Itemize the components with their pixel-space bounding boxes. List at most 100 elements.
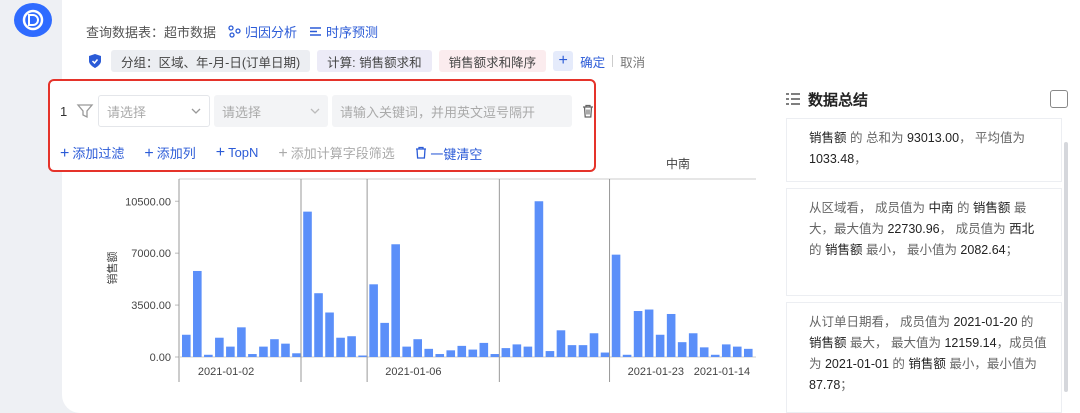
y-tick-label: 3500.00 [131,300,171,312]
bar [479,342,489,357]
bar [710,354,720,357]
bar [688,333,698,357]
bar [226,346,235,357]
bar [534,201,544,357]
funnel-icon [76,104,94,119]
bar [358,355,367,357]
group-label: 中南 [666,156,690,171]
confirm-button[interactable]: 确定 [580,52,605,71]
bar [468,349,478,357]
query-chips: 分组：区域、年-月-日(订单日期) 计算: 销售额求和 销售额求和降序 + 确定… [86,50,645,72]
x-tick-label: 2021-01-23 [628,366,684,378]
bar [655,334,665,357]
time-series-forecast-link[interactable]: 时序预测 [309,22,378,41]
calc-chip[interactable]: 计算: 销售额求和 [317,50,432,72]
y-tick-label: 7000.00 [131,248,171,260]
bar [567,345,577,357]
chevron-down-icon [191,108,201,114]
x-tick-label: 2021-01-14 [694,366,750,378]
data-summary-panel: 数据总结 销售额 的 总和为 93013.00， 平均值为 1033.48， 从… [786,84,1068,413]
query-table-label: 查询数据表：超市数据 [86,25,217,40]
bar [182,334,191,357]
bar [501,348,511,357]
bar [270,339,279,357]
bar [314,293,323,357]
bar [325,312,334,357]
list-icon [786,93,800,105]
bar [204,354,213,357]
trash-icon [415,146,426,159]
bar [578,345,588,357]
chevron-down-icon [310,108,320,114]
x-tick-label: 2021-01-02 [198,366,254,378]
bar [523,346,533,357]
summary-card-total: 销售额 的 总和为 93013.00， 平均值为 1033.48， [786,118,1062,182]
add-column-button[interactable]: + 添加列 [144,143,195,163]
bar [281,343,290,357]
app-logo[interactable] [14,3,52,37]
bar [237,327,246,357]
bar [490,354,500,357]
bar [633,311,643,357]
bar [600,352,610,357]
bar [380,322,389,357]
bar [435,354,445,357]
bar [644,309,654,357]
bar [611,254,621,357]
bar [666,313,676,357]
bar [336,337,345,357]
shield-icon [86,52,104,70]
bar [215,337,224,357]
summary-title: 数据总结 [808,91,869,109]
forecast-icon [310,27,322,36]
operator-select[interactable]: 请选择 [214,95,328,127]
bar [743,348,753,357]
bar [413,339,422,357]
cancel-button[interactable]: 取消 [620,52,645,71]
field-select[interactable]: 请选择 [98,95,210,127]
bar [699,347,709,357]
add-chip-button[interactable]: + [553,51,574,71]
attribution-analysis-link[interactable]: 归因分析 [228,22,297,41]
x-tick-label: 2021-01-06 [385,366,441,378]
divider [612,55,614,67]
bar [732,346,742,357]
trash-icon[interactable] [580,103,596,119]
bar [424,348,434,357]
keyword-input[interactable]: 请输入关键词，并用英文逗号隔开 [332,95,572,127]
copy-icon[interactable] [1050,90,1068,108]
query-toolbar: 查询数据表：超市数据 归因分析 时序预测 [86,22,378,41]
bar [402,346,411,357]
sort-chip[interactable]: 销售额求和降序 [438,50,547,72]
group-chip[interactable]: 分组：区域、年-月-日(订单日期) [111,50,311,72]
bar [677,342,687,357]
bar [446,350,456,357]
add-calc-filter-button[interactable]: + 添加计算字段筛选 [278,143,394,163]
bar [391,244,400,357]
bar [589,333,599,357]
y-tick-label: 10500.00 [125,196,171,208]
bar [545,351,555,357]
add-filter-button[interactable]: + 添加过滤 [60,143,124,163]
y-axis-label: 销售额 [105,252,119,285]
filter-panel: 1 请选择 请选择 请输入关键词，并用英文逗号隔开 + 添加过滤 + 添加列 + To… [48,79,596,172]
bar [193,270,202,357]
bar [721,344,731,357]
bar [347,336,356,357]
bar [292,353,301,357]
bar [512,344,522,357]
clear-all-button[interactable]: 一键清空 [415,144,482,163]
topn-button[interactable]: + TopN [216,144,259,162]
bar [369,284,378,357]
filter-row-index: 1 [60,103,68,119]
bar [259,346,268,357]
bar [248,354,257,357]
bar [622,354,632,357]
y-tick-label: 0.00 [150,352,171,364]
bar [303,211,312,357]
summary-scrollbar[interactable] [1064,142,1068,392]
summary-card-date: 从订单日期看， 成员值为 2021-01-20 的 销售额 最大， 最大值为 1… [786,302,1062,413]
bar [457,345,467,357]
attribution-icon [228,25,241,38]
summary-card-region: 从区域看， 成员值为 中南 的 销售额 最大，最大值为 22730.96， 成员… [786,188,1062,296]
